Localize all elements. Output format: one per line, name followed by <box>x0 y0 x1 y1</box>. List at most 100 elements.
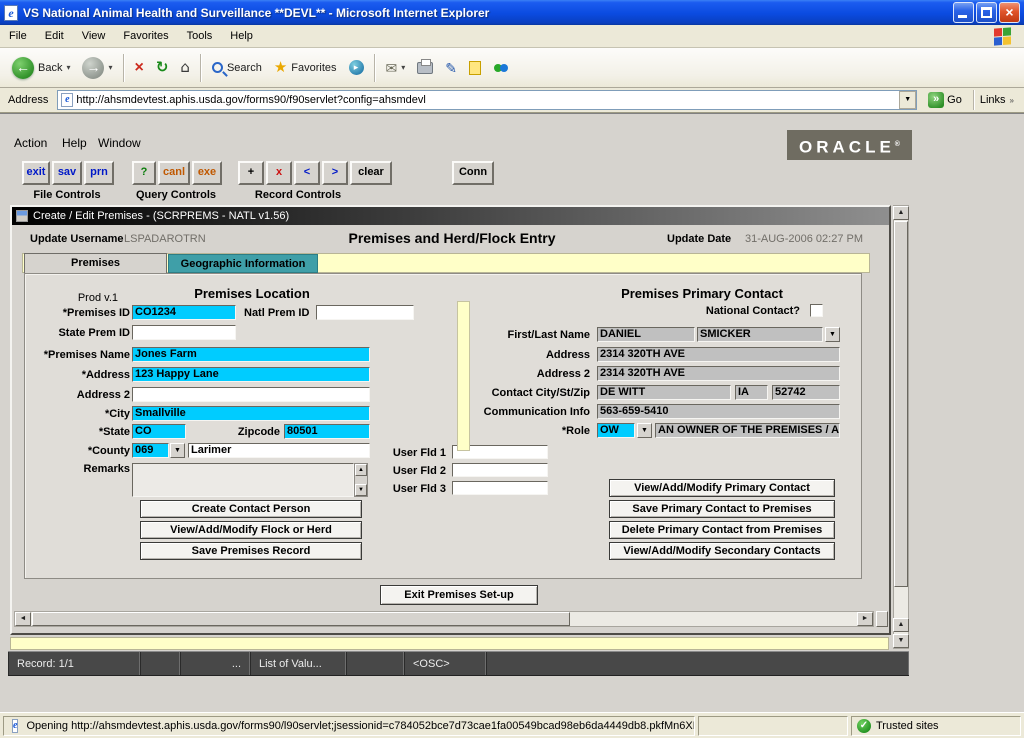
create-contact-person-button[interactable]: Create Contact Person <box>140 500 362 518</box>
contact-zip-field[interactable]: 52742 <box>772 385 840 400</box>
menu-edit[interactable]: Edit <box>36 26 73 46</box>
add-record-button[interactable]: + <box>238 161 264 185</box>
next-record-button[interactable]: > <box>322 161 348 185</box>
browser-toolbar: ← Back ▾ → ▾ × ↻ ⌂ Search ★ Favorites ▸ … <box>0 48 1024 88</box>
mail-button[interactable]: ✉ ▾ <box>380 51 412 85</box>
delete-record-button[interactable]: x <box>266 161 292 185</box>
minimize-button[interactable] <box>953 2 974 23</box>
horizontal-scrollbar-thumb[interactable] <box>32 612 570 626</box>
back-button[interactable]: ← Back ▾ <box>6 51 76 85</box>
notes-button[interactable] <box>463 51 487 85</box>
favorites-button[interactable]: ★ Favorites <box>268 51 343 85</box>
home-icon: ⌂ <box>180 60 190 75</box>
messenger-button[interactable] <box>487 51 515 85</box>
home-button[interactable]: ⌂ <box>174 51 196 85</box>
scroll-right-icon[interactable]: ► <box>857 612 873 626</box>
scroll-up-bottom-icon[interactable]: ▲ <box>893 618 909 632</box>
exit-button[interactable]: exit <box>22 161 50 185</box>
menu-favorites[interactable]: Favorites <box>114 26 177 46</box>
refresh-button[interactable]: ↻ <box>150 51 175 85</box>
back-label: Back <box>38 62 62 74</box>
remarks-scroll-up-icon[interactable]: ▲ <box>355 464 367 476</box>
role-description-field[interactable]: AN OWNER OF THE PREMISES / AI <box>655 423 840 438</box>
previous-record-button[interactable]: < <box>294 161 320 185</box>
execute-query-button[interactable]: exe <box>192 161 222 185</box>
county-dropdown-button[interactable]: ▼ <box>170 443 185 458</box>
vertical-scrollbar-thumb[interactable] <box>894 221 908 587</box>
user-fld-3-field[interactable] <box>452 481 548 495</box>
links-button[interactable]: Links » <box>980 94 1020 106</box>
favorites-label: Favorites <box>291 62 336 74</box>
address-field[interactable]: 123 Happy Lane <box>132 367 370 382</box>
conn-button[interactable]: Conn <box>452 161 494 185</box>
first-name-field[interactable]: DANIEL <box>597 327 695 342</box>
applet-menu-window[interactable]: Window <box>98 136 141 150</box>
contact-name-dropdown-button[interactable]: ▼ <box>825 327 840 342</box>
scroll-left-icon[interactable]: ◄ <box>15 612 31 626</box>
delete-primary-contact-from-premises-button[interactable]: Delete Primary Contact from Premises <box>609 521 835 539</box>
print-button[interactable] <box>411 51 439 85</box>
menu-file[interactable]: File <box>0 26 36 46</box>
clear-record-button[interactable]: clear <box>350 161 392 185</box>
cancel-query-button[interactable]: canl <box>158 161 190 185</box>
applet-menu-help[interactable]: Help <box>62 136 87 150</box>
query-button[interactable]: ? <box>132 161 156 185</box>
county-name-field[interactable]: Larimer <box>188 443 370 458</box>
contact-address-field[interactable]: 2314 320TH AVE <box>597 347 840 362</box>
scroll-down-icon[interactable]: ▼ <box>893 634 909 648</box>
tab-premises[interactable]: Premises <box>24 253 167 273</box>
menu-view[interactable]: View <box>73 26 115 46</box>
view-add-modify-flock-or-herd-button[interactable]: View/Add/Modify Flock or Herd <box>140 521 362 539</box>
state-label: *State <box>12 426 130 438</box>
screen: e VS National Animal Health and Surveill… <box>0 0 1024 738</box>
close-button[interactable]: × <box>999 2 1020 23</box>
applet-menu-action[interactable]: Action <box>14 136 47 150</box>
premises-name-field[interactable]: Jones Farm <box>132 347 370 362</box>
last-name-field[interactable]: SMICKER <box>697 327 823 342</box>
view-add-modify-primary-contact-button[interactable]: View/Add/Modify Primary Contact <box>609 479 835 497</box>
address2-field[interactable] <box>132 387 370 402</box>
view-add-modify-secondary-contacts-button[interactable]: View/Add/Modify Secondary Contacts <box>609 542 835 560</box>
contact-address2-field[interactable]: 2314 320TH AVE <box>597 366 840 381</box>
vertical-scrollbar[interactable]: ▲ ▲ ▼ <box>893 205 909 649</box>
tab-geographic-information[interactable]: Geographic Information <box>168 254 318 273</box>
scroll-up-icon[interactable]: ▲ <box>893 206 909 220</box>
toolbar-separator <box>200 54 202 82</box>
remarks-field[interactable] <box>132 463 354 497</box>
forward-button[interactable]: → ▾ <box>76 51 118 85</box>
go-button[interactable]: » Go <box>922 92 968 108</box>
contact-city-field[interactable]: DE WITT <box>597 385 731 400</box>
city-field[interactable]: Smallville <box>132 406 370 421</box>
stop-button[interactable]: × <box>129 51 150 85</box>
user-fld-2-field[interactable] <box>452 463 548 477</box>
menu-help[interactable]: Help <box>221 26 262 46</box>
zipcode-field[interactable]: 80501 <box>284 424 370 439</box>
forms-window-titlebar[interactable]: Create / Edit Premises - (SCRPREMS - NAT… <box>12 207 889 225</box>
search-button[interactable]: Search <box>206 51 268 85</box>
address-input[interactable] <box>76 91 899 109</box>
print-record-button[interactable]: prn <box>84 161 114 185</box>
remarks-scroll-down-icon[interactable]: ▼ <box>355 484 367 496</box>
save-primary-contact-to-premises-button[interactable]: Save Primary Contact to Premises <box>609 500 835 518</box>
communication-info-field[interactable]: 563-659-5410 <box>597 404 840 419</box>
maximize-button[interactable] <box>976 2 997 23</box>
edit-button[interactable]: ✎ <box>439 51 463 85</box>
address-dropdown-button[interactable]: ▼ <box>899 91 916 109</box>
save-button[interactable]: sav <box>52 161 82 185</box>
save-premises-record-button[interactable]: Save Premises Record <box>140 542 362 560</box>
media-button[interactable]: ▸ <box>343 51 370 85</box>
county-code-field[interactable]: 069 <box>132 443 169 458</box>
menu-tools[interactable]: Tools <box>178 26 222 46</box>
remarks-scrollbar[interactable]: ▲ ▼ <box>354 463 368 497</box>
premises-id-field[interactable]: CO1234 <box>132 305 236 320</box>
role-code-field[interactable]: OW <box>597 423 635 438</box>
state-field[interactable]: CO <box>132 424 186 439</box>
search-icon <box>212 62 223 73</box>
role-dropdown-button[interactable]: ▼ <box>637 423 652 438</box>
exit-premises-setup-button[interactable]: Exit Premises Set-up <box>380 585 538 605</box>
horizontal-scrollbar[interactable]: ◄ ► <box>14 611 874 627</box>
national-contact-checkbox[interactable] <box>810 304 823 317</box>
contact-state-field[interactable]: IA <box>735 385 768 400</box>
state-prem-id-field[interactable] <box>132 325 236 340</box>
natl-prem-id-field[interactable] <box>316 305 414 320</box>
